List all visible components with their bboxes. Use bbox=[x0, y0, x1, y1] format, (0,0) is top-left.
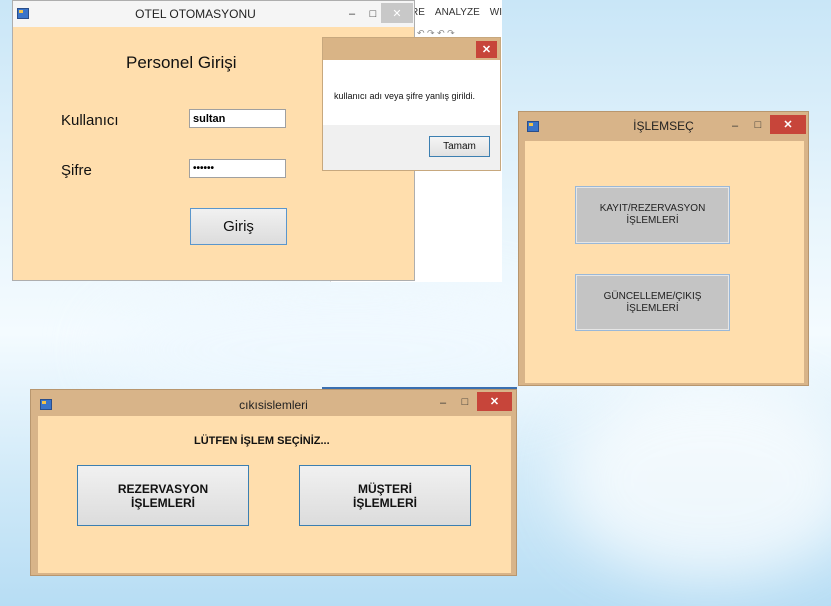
cikis-title-bar: cıkısislemleri ‒ □ ✕ bbox=[31, 390, 516, 418]
password-label: Şifre bbox=[61, 162, 92, 179]
musteri-islemleri-button[interactable]: MÜŞTERİ İŞLEMLERİ bbox=[299, 465, 471, 526]
ide-menu-item[interactable]: WI bbox=[490, 7, 502, 18]
close-button[interactable]: ✕ bbox=[476, 41, 497, 58]
background-glow bbox=[560, 380, 831, 580]
islemsec-client-area: KAYIT/REZERVASYON İŞLEMLERİ GÜNCELLEME/Ç… bbox=[525, 141, 804, 383]
password-input[interactable]: •••••• bbox=[189, 159, 286, 178]
message-text: kullanıcı adı veya şifre yanlış girildi. bbox=[334, 91, 476, 101]
close-button[interactable]: ✕ bbox=[770, 115, 806, 134]
maximize-button[interactable]: □ bbox=[363, 4, 383, 24]
message-box: ✕ kullanıcı adı veya şifre yanlış girild… bbox=[322, 37, 501, 171]
cikis-islemleri-window: cıkısislemleri ‒ □ ✕ LÜTFEN İŞLEM SEÇİNİ… bbox=[30, 389, 517, 576]
page-title: Personel Girişi bbox=[126, 53, 237, 72]
message-box-footer: Tamam bbox=[323, 125, 500, 170]
islemsec-title-bar: İŞLEMSEÇ ‒ □ ✕ bbox=[519, 112, 808, 140]
islemsec-window: İŞLEMSEÇ ‒ □ ✕ KAYIT/REZERVASYON İŞLEMLE… bbox=[518, 111, 809, 386]
maximize-button[interactable]: □ bbox=[748, 115, 768, 135]
rezervasyon-islemleri-button[interactable]: REZERVASYON İŞLEMLERİ bbox=[77, 465, 249, 526]
cikis-client-area: LÜTFEN İŞLEM SEÇİNİZ... REZERVASYON İŞLE… bbox=[38, 416, 511, 573]
close-button[interactable]: ✕ bbox=[477, 392, 512, 411]
prompt-label: LÜTFEN İŞLEM SEÇİNİZ... bbox=[194, 435, 330, 447]
ide-menu-item[interactable]: ANALYZE bbox=[435, 7, 480, 18]
kayit-rezervasyon-button[interactable]: KAYIT/REZERVASYON İŞLEMLERİ bbox=[575, 186, 730, 244]
username-input[interactable]: sultan bbox=[189, 109, 286, 128]
minimize-button[interactable]: ‒ bbox=[725, 116, 745, 136]
message-box-title-bar: ✕ bbox=[323, 38, 500, 60]
close-button[interactable]: ✕ bbox=[381, 3, 413, 23]
login-title-bar: OTEL OTOMASYONU ‒ □ ✕ bbox=[13, 1, 414, 27]
maximize-button[interactable]: □ bbox=[455, 392, 475, 412]
minimize-button[interactable]: ‒ bbox=[433, 393, 453, 413]
login-button[interactable]: Giriş bbox=[190, 208, 287, 245]
minimize-button[interactable]: ‒ bbox=[342, 4, 362, 24]
ok-button[interactable]: Tamam bbox=[429, 136, 490, 157]
username-label: Kullanıcı bbox=[61, 112, 119, 129]
guncelleme-cikis-button[interactable]: GÜNCELLEME/ÇIKIŞ İŞLEMLERİ bbox=[575, 274, 730, 331]
ide-menu-bar: RE ANALYZE WI bbox=[411, 7, 502, 18]
